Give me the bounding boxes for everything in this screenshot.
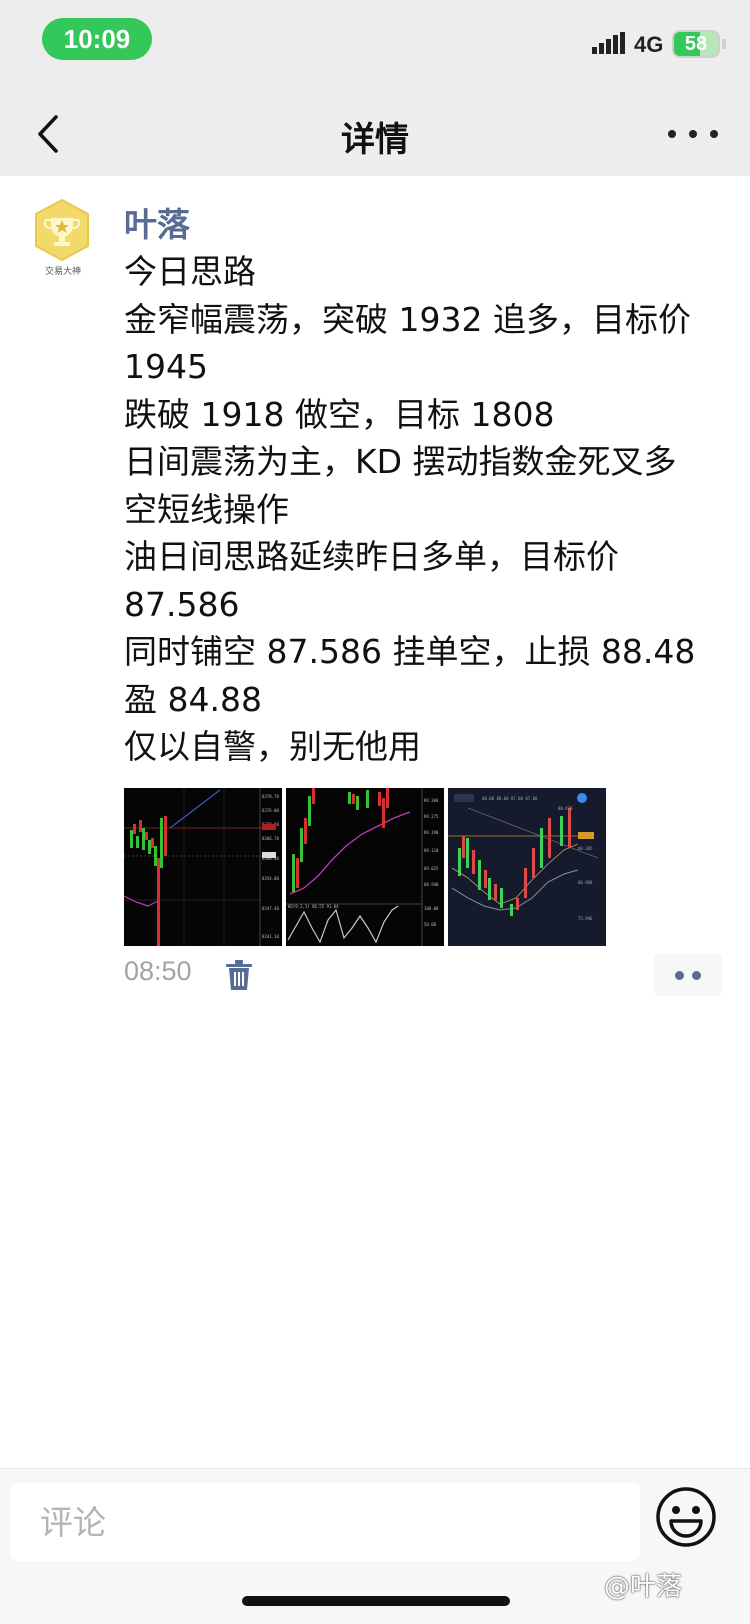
svg-text:8354.80: 8354.80	[262, 876, 279, 881]
svg-text:8376.00: 8376.00	[262, 808, 279, 813]
svg-text:8378.70: 8378.70	[262, 794, 279, 799]
battery-cap	[722, 39, 726, 49]
more-dots-icon	[675, 970, 684, 980]
home-indicator	[242, 1596, 510, 1606]
svg-text:8341.10: 8341.10	[262, 934, 279, 939]
post-line: 仅以自警，别无他用	[124, 727, 421, 766]
battery-level: 58	[684, 32, 708, 55]
signal-icon	[592, 32, 625, 54]
post-line: 跌破 1918 做空，目标 1808	[124, 394, 555, 434]
like-comment-button[interactable]	[654, 954, 722, 996]
more-dots-icon	[710, 130, 718, 138]
svg-text:89.360: 89.360	[424, 798, 439, 803]
svg-text:88.940: 88.940	[424, 882, 439, 887]
avatar-caption: 交易大神	[44, 267, 81, 277]
svg-text:8366.70: 8366.70	[262, 836, 279, 841]
post-line: 空短线操作	[124, 489, 289, 529]
post-line: 同时铺空 87.586 挂单空，止损 88.48	[124, 632, 696, 671]
status-bar: 10:09 4G 58	[0, 0, 750, 92]
image-grid: 8378.708376.00 8370.008366.70 8360.00835…	[124, 788, 624, 946]
post-time: 08:50	[124, 956, 192, 986]
author-name[interactable]: 叶落	[124, 198, 190, 246]
svg-text:88.00 88.00 87.80 87.88: 88.00 88.00 87.80 87.88	[482, 796, 538, 801]
more-dots-icon	[668, 130, 676, 138]
svg-text:86.960: 86.960	[578, 880, 593, 885]
post-line: 日间震荡为主，KD 摆动指数金死叉多	[124, 442, 677, 481]
network-type: 4G	[634, 32, 664, 57]
trash-icon[interactable]	[224, 958, 254, 992]
more-dots-icon	[689, 130, 697, 138]
post-line: 油日间思路延续昨日多单，目标价	[124, 537, 619, 576]
post-line: 1945	[124, 347, 208, 386]
svg-text:50.00: 50.00	[424, 922, 437, 927]
svg-text:88.470: 88.470	[558, 806, 573, 811]
svg-text:KD(9,3,3) 86.55 91.04: KD(9,3,3) 86.55 91.04	[288, 904, 339, 909]
post-line: 87.586	[124, 584, 240, 624]
svg-text:89.025: 89.025	[424, 866, 439, 871]
svg-text:75.996: 75.996	[578, 916, 593, 921]
svg-text:88.305: 88.305	[578, 846, 593, 851]
post-line: 盈 84.88	[124, 679, 262, 719]
nav-bar: 详情	[0, 92, 750, 176]
svg-text:89.110: 89.110	[424, 848, 439, 853]
page-title: 详情	[341, 120, 409, 160]
more-dots-icon	[692, 970, 701, 980]
more-button[interactable]	[668, 120, 718, 148]
svg-text:100.00: 100.00	[424, 906, 439, 911]
chart-thumbnail-1[interactable]: 8378.708376.00 8370.008366.70 8360.00835…	[124, 788, 282, 946]
status-time: 10:09	[42, 18, 152, 60]
svg-text:8347.40: 8347.40	[262, 906, 279, 911]
chart-thumbnail-2[interactable]: KD(9,3,3) 86.55 91.04 89.360 89.275 89.19…	[286, 788, 444, 946]
post-line: 今日思路	[124, 252, 256, 291]
svg-text:89.275: 89.275	[424, 814, 439, 819]
comment-input[interactable]	[10, 1483, 640, 1561]
battery-icon: 58	[672, 30, 720, 58]
watermark: @叶落	[604, 1572, 683, 1602]
emoji-icon[interactable]	[654, 1485, 718, 1549]
svg-text:89.190: 89.190	[424, 830, 439, 835]
chart-thumbnail-3[interactable]: 88.00 88.00 87.80 87.88 88.470 88.305 86.…	[448, 788, 606, 946]
post-content: 今日思路 金窄幅震荡，突破 1932 追多，目标价 1945 跌破 1918 做…	[124, 248, 724, 771]
post-line: 金窄幅震荡，突破 1932 追多，目标价	[124, 299, 691, 339]
